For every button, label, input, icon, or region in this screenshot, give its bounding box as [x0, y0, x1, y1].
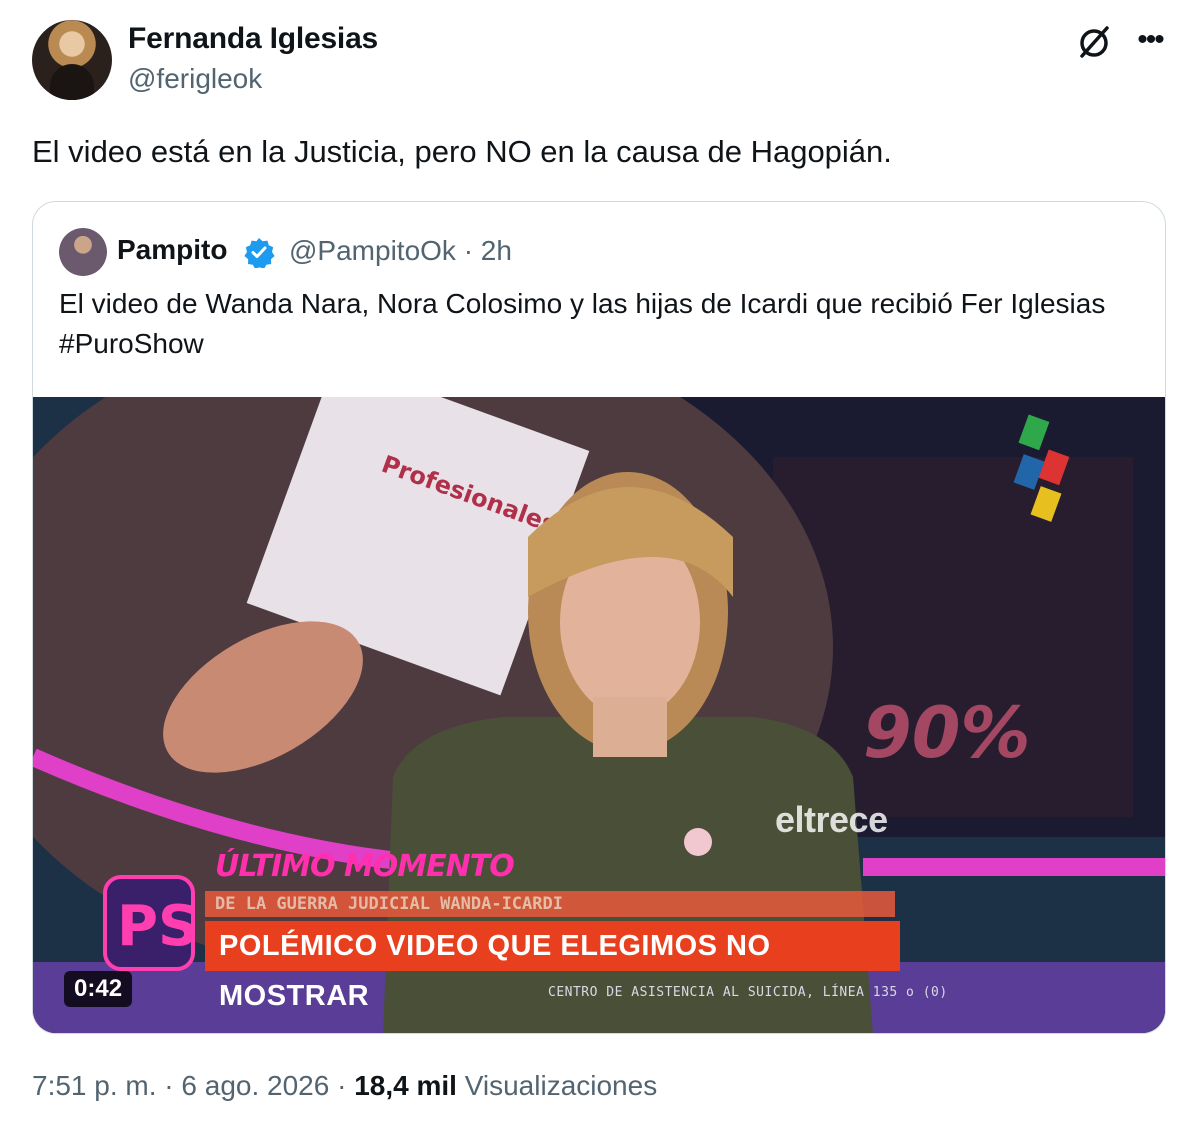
svg-text:90%: 90% — [863, 692, 1031, 774]
views-count: 18,4 mil — [354, 1070, 457, 1101]
banner-headline: POLÉMICO VIDEO QUE ELEGIMOS NO MOSTRAR — [205, 921, 900, 1012]
author-avatar[interactable] — [32, 20, 112, 100]
video-player[interactable]: 90% Profesionales PS eltrece ÚLTIMO MOME… — [33, 397, 1165, 1033]
author-name[interactable]: Fernanda Iglesias — [128, 22, 378, 56]
tweet-text: El video está en la Justicia, pero NO en… — [32, 134, 892, 169]
author-handle[interactable]: @ferigleok — [128, 63, 262, 95]
banner-kicker: ÚLTIMO MOMENTO — [215, 849, 515, 884]
quoted-tweet-text: El video de Wanda Nara, Nora Colosimo y … — [59, 288, 1106, 359]
more-icon[interactable]: ••• — [1130, 20, 1170, 60]
tweet-meta: 7:51 p. m. · 6 ago. 2026 · 18,4 mil Visu… — [32, 1070, 657, 1102]
news-ticker: CENTRO DE ASISTENCIA AL SUICIDA, LÍNEA 1… — [548, 985, 948, 1000]
verified-badge-icon — [244, 238, 275, 268]
banner-subtitle: DE LA GUERRA JUDICIAL WANDA-ICARDI — [205, 891, 895, 917]
views-label: Visualizaciones — [456, 1070, 658, 1101]
video-duration: 0:42 — [64, 971, 133, 1007]
grok-icon[interactable] — [1074, 22, 1114, 62]
tweet-timestamp[interactable]: 7:51 p. m. · 6 ago. 2026 · — [32, 1070, 354, 1101]
quoted-author-handle: @PampitoOk · 2h — [289, 235, 512, 266]
svg-text:PS: PS — [117, 894, 198, 959]
quoted-tweet[interactable]: Pampito @PampitoOk · 2h El video de Wand… — [32, 201, 1166, 1034]
quoted-author-avatar — [59, 228, 107, 276]
quoted-author-name: Pampito — [117, 234, 228, 265]
channel-logo: eltrece — [775, 799, 888, 840]
